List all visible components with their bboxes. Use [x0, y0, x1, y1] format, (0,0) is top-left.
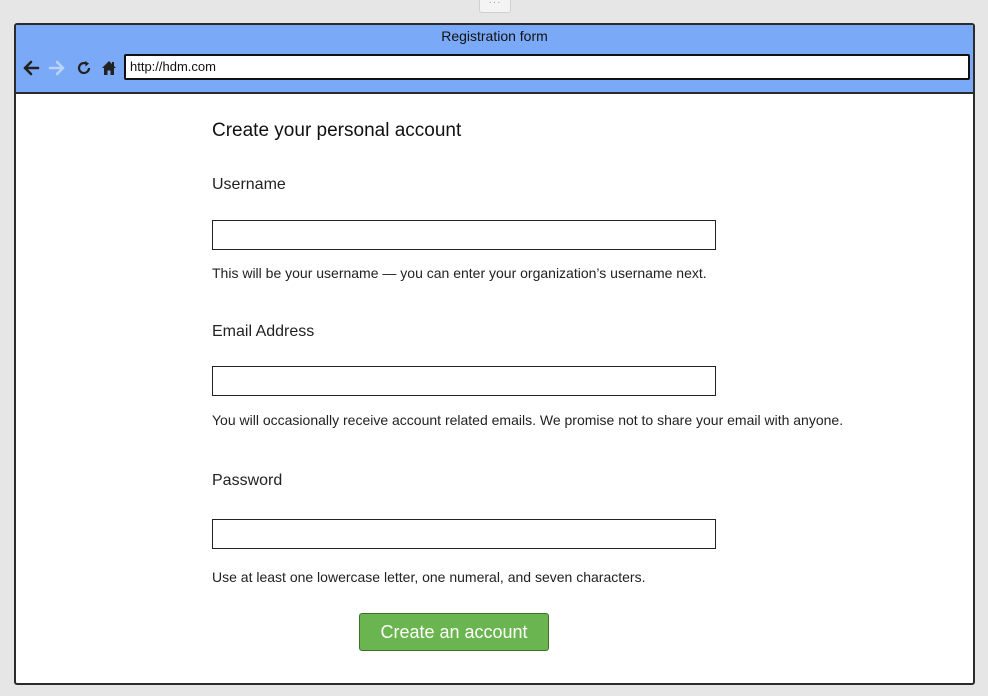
address-bar[interactable]: http://hdm.com: [124, 54, 970, 80]
password-label: Password: [212, 472, 283, 489]
create-account-button[interactable]: Create an account: [359, 613, 549, 651]
forward-button[interactable]: [46, 57, 68, 79]
refresh-icon: [77, 61, 91, 75]
back-button[interactable]: [20, 57, 42, 79]
browser-window: Registration form http://hdm.com Create …: [14, 23, 975, 685]
forward-arrow-icon: [48, 60, 65, 76]
window-resize-grip[interactable]: ···: [479, 0, 511, 13]
refresh-button[interactable]: [73, 57, 95, 79]
password-hint: Use at least one lowercase letter, one n…: [212, 569, 646, 585]
home-icon: [102, 61, 116, 75]
browser-titlebar: Registration form http://hdm.com: [16, 25, 973, 94]
page-content: Create your personal account Username Th…: [16, 94, 973, 683]
back-arrow-icon: [23, 60, 40, 76]
username-input[interactable]: [212, 220, 716, 250]
home-button[interactable]: [98, 57, 120, 79]
email-hint: You will occasionally receive account re…: [212, 412, 844, 428]
username-hint: This will be your username — you can ent…: [212, 265, 707, 281]
page-heading: Create your personal account: [212, 120, 462, 141]
email-input[interactable]: [212, 366, 716, 396]
window-title: Registration form: [441, 28, 548, 44]
password-input[interactable]: [212, 519, 716, 549]
email-label: Email Address: [212, 323, 315, 340]
username-label: Username: [212, 176, 286, 193]
